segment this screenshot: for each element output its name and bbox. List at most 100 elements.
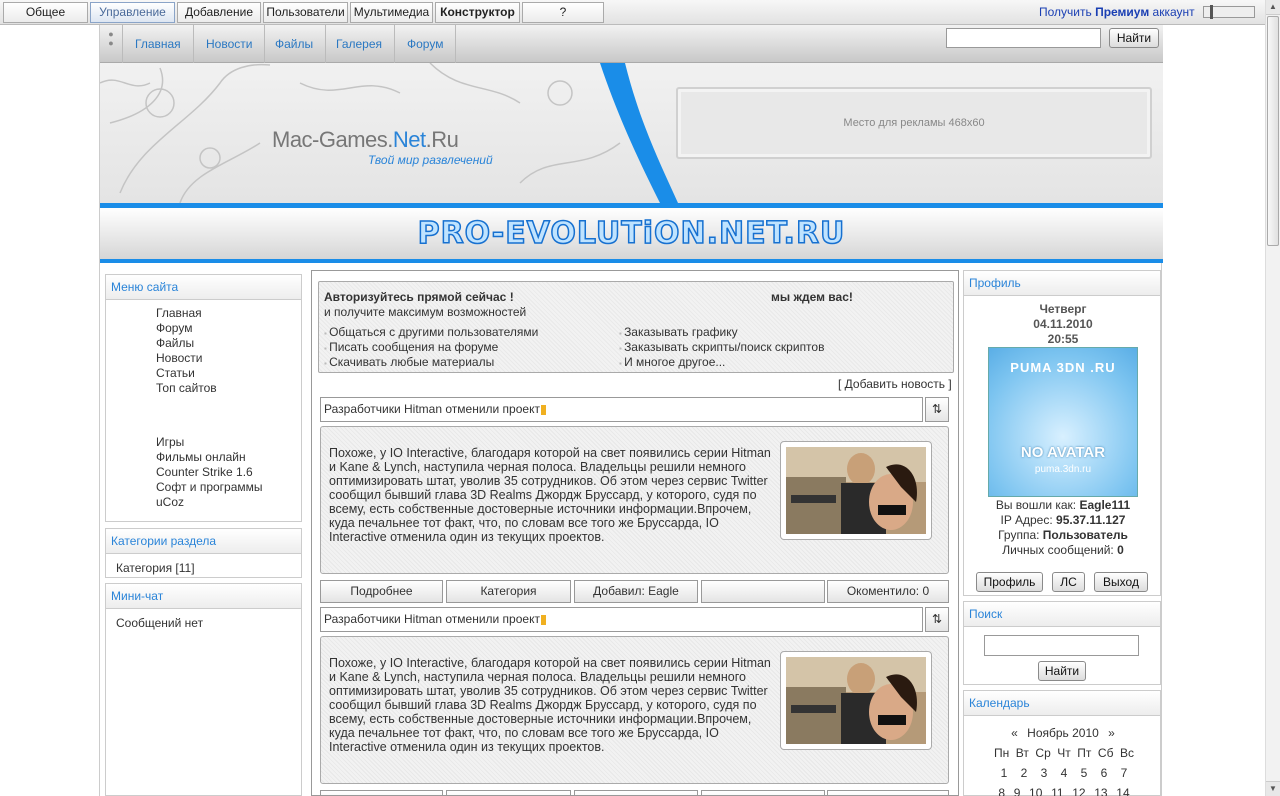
news-image-art — [786, 657, 926, 744]
news-title[interactable]: Разработчики Hitman отменили проект — [320, 397, 923, 422]
premium-pre: Получить — [1039, 5, 1096, 19]
news-button-row — [701, 790, 825, 795]
weekday: Пн — [994, 746, 1010, 760]
weekday: Сб — [1097, 746, 1114, 760]
add-news-link[interactable]: [ Добавить новость ] — [838, 377, 952, 391]
calendar-day[interactable]: 14 — [1116, 786, 1129, 796]
menu-item-movies[interactable]: Фильмы онлайн — [156, 450, 263, 465]
menu-item-forum[interactable]: Форум — [156, 321, 217, 336]
tab-general[interactable]: Общее — [3, 2, 88, 23]
tab-users[interactable]: Пользователи — [263, 2, 348, 23]
scroll-down-icon[interactable]: ▼ — [1266, 781, 1280, 796]
calendar-day[interactable]: 11 — [1051, 786, 1063, 796]
news-title[interactable]: Разработчики Hitman отменили проект — [320, 607, 923, 632]
site-header: Mac-Games.Net.Ru Твой мир развлечений Ме… — [100, 63, 1163, 203]
pm-label: Личных сообщений: — [1002, 543, 1118, 557]
calendar-row: 1 2 3 4 5 6 7 — [994, 766, 1134, 780]
menu-item-articles[interactable]: Статьи — [156, 366, 217, 381]
nav-home[interactable]: Главная — [123, 25, 194, 63]
banner-title: PRO-EVOLUTiON.NET.RU — [417, 215, 846, 252]
tab-management[interactable]: Управление — [90, 2, 175, 23]
news-text: Похоже, у IO Interactive, благодаря кото… — [329, 656, 771, 754]
sort-icon[interactable]: ⇅ — [925, 397, 949, 422]
category-link[interactable]: Категория [11] — [116, 561, 195, 575]
news-title-text: Разработчики Hitman отменили проект — [324, 612, 540, 626]
nav-forum[interactable]: Форум — [395, 25, 457, 63]
avatar-main: NO AVATAR — [1020, 444, 1106, 461]
top-search-button[interactable]: Найти — [1109, 28, 1159, 48]
menu-item-files[interactable]: Файлы — [156, 336, 217, 351]
tab-multimedia[interactable]: Мультимедиа — [350, 2, 433, 23]
menu-item-games[interactable]: Игры — [156, 435, 263, 450]
search-input[interactable] — [984, 635, 1139, 656]
avatar[interactable]: PUMA 3DN .RU NO AVATAR puma.3dn.ru — [988, 347, 1138, 497]
news-text: Похоже, у IO Interactive, благодаря кото… — [329, 446, 771, 544]
bar-slider[interactable] — [1203, 5, 1255, 19]
tab-help[interactable]: ? — [522, 2, 604, 23]
calendar-month: Ноябрь 2010 — [1027, 726, 1099, 740]
calendar-day[interactable]: 4 — [1061, 766, 1068, 780]
sort-icon[interactable]: ⇅ — [925, 607, 949, 632]
logout-button[interactable]: Выход — [1094, 572, 1148, 592]
auth-item: Скачивать любые материалы — [324, 355, 494, 371]
search-block: Поиск Найти — [963, 601, 1161, 685]
profile-date: 04.11.2010 — [1033, 317, 1093, 331]
calendar-day[interactable]: 2 — [1021, 766, 1028, 780]
menu-item-home[interactable]: Главная — [156, 306, 217, 321]
news-button-row[interactable] — [827, 790, 949, 795]
pm-button[interactable]: ЛС — [1052, 572, 1085, 592]
nav-news[interactable]: Новости — [194, 25, 266, 63]
auth-item: Писать сообщения на форуме — [324, 340, 498, 356]
menu-item-news[interactable]: Новости — [156, 351, 217, 366]
weekday: Ср — [1035, 746, 1051, 760]
menu-item-software[interactable]: Софт и программы — [156, 480, 263, 495]
search-button[interactable]: Найти — [1038, 661, 1086, 681]
auth-item: И многое другое... — [619, 355, 725, 371]
nav-files[interactable]: Файлы — [263, 25, 327, 63]
calendar-day[interactable]: 5 — [1081, 766, 1088, 780]
calendar-next-icon[interactable]: » — [1108, 726, 1115, 740]
calendar-day[interactable]: 6 — [1101, 766, 1108, 780]
calendar-day[interactable]: 3 — [1041, 766, 1048, 780]
profile-button[interactable]: Профиль — [976, 572, 1043, 592]
tab-add[interactable]: Добавление — [177, 2, 261, 23]
cursor-marker-icon — [540, 404, 546, 415]
premium-link[interactable]: Получить Премиум аккаунт — [1039, 5, 1195, 19]
site-logo[interactable]: Mac-Games.Net.Ru — [272, 127, 459, 153]
menu-item-ucoz[interactable]: uCoz — [156, 495, 263, 510]
page-scrollbar[interactable]: ▲ ▼ — [1265, 0, 1280, 796]
news-button-row[interactable] — [446, 790, 571, 795]
news-category-button[interactable]: Категория — [446, 580, 571, 603]
profile-day: Четверг — [1039, 302, 1087, 316]
news-title-text: Разработчики Hitman отменили проект — [324, 402, 540, 416]
profile-ip: IP Адрес: 95.37.11.127 — [964, 513, 1162, 528]
calendar-day[interactable]: 12 — [1072, 786, 1085, 796]
pm-value: 0 — [1117, 543, 1124, 557]
news-button-row — [574, 790, 698, 795]
top-search-input[interactable] — [946, 28, 1101, 48]
scroll-up-icon[interactable]: ▲ — [1266, 0, 1280, 15]
profile-group: Группа: Пользователь — [964, 528, 1162, 543]
profile-login: Вы вошли как: Eagle111 — [964, 498, 1162, 513]
tab-constructor[interactable]: Конструктор — [435, 2, 520, 23]
news-comments[interactable]: Окоментило: 0 — [827, 580, 949, 603]
calendar-day[interactable]: 1 — [1001, 766, 1008, 780]
menu-item-top-sites[interactable]: Топ сайтов — [156, 381, 217, 396]
calendar-day[interactable]: 7 — [1121, 766, 1128, 780]
menu-list-bottom: Игры Фильмы онлайн Counter Strike 1.6 Со… — [156, 435, 263, 510]
calendar-day[interactable]: 8 — [998, 786, 1005, 796]
nav-gallery[interactable]: Галерея — [324, 25, 396, 63]
news-button-row[interactable] — [320, 790, 443, 795]
ad-placeholder[interactable]: Место для рекламы 468x60 — [676, 87, 1152, 159]
auth-right-title: мы ждем вас! — [771, 290, 853, 304]
news-image[interactable] — [780, 441, 932, 540]
calendar-day[interactable]: 13 — [1094, 786, 1107, 796]
news-image[interactable] — [780, 651, 932, 750]
ad-text: Место для рекламы 468x60 — [843, 117, 985, 129]
calendar-day[interactable]: 10 — [1029, 786, 1042, 796]
scroll-thumb[interactable] — [1267, 16, 1279, 246]
news-more-button[interactable]: Подробнее — [320, 580, 443, 603]
calendar-day[interactable]: 9 — [1014, 786, 1021, 796]
menu-item-cs[interactable]: Counter Strike 1.6 — [156, 465, 263, 480]
calendar-prev-icon[interactable]: « — [1011, 726, 1018, 740]
